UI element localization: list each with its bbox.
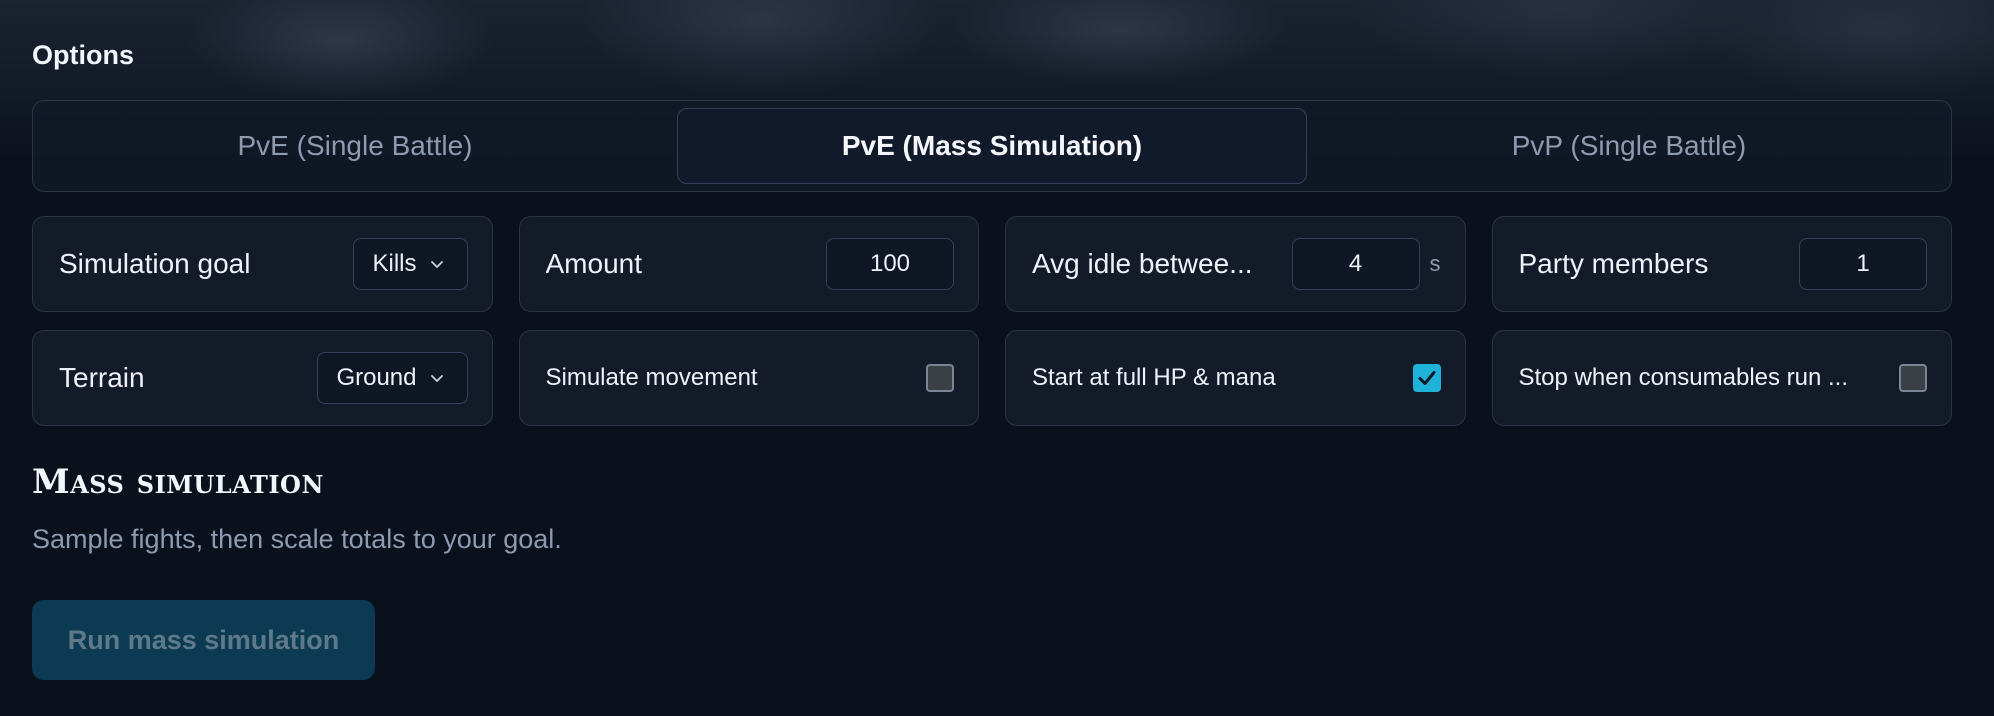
start-full-label: Start at full HP & mana: [1032, 364, 1276, 391]
start-full-checkbox[interactable]: [1412, 364, 1441, 392]
tab-pve-mass-simulation[interactable]: PvE (Mass Simulation): [677, 108, 1307, 184]
chevron-down-icon: [430, 261, 443, 268]
simulation-goal-value: Kills: [372, 250, 417, 277]
avg-idle-input[interactable]: 4: [1291, 238, 1420, 290]
stop-consumables-label: Stop when consumables run ...: [1518, 364, 1849, 391]
terrain-card: Terrain Ground: [32, 330, 493, 426]
simulate-movement-checkbox[interactable]: [926, 364, 954, 392]
avg-idle-card: Avg idle betwee... 4 s: [1005, 216, 1466, 312]
options-title: Options: [32, 40, 134, 70]
options-panel: Options PvE (Single Battle) PvE (Mass Si…: [0, 0, 1994, 716]
run-mass-simulation-button[interactable]: Run mass simulation: [32, 600, 375, 680]
stop-consumables-card: Stop when consumables run ...: [1491, 330, 1952, 426]
tab-pvp-single-battle[interactable]: PvP (Single Battle): [1314, 108, 1944, 184]
amount-input[interactable]: 100: [826, 238, 954, 290]
simulate-movement-label: Simulate movement: [545, 364, 758, 391]
simulation-goal-select[interactable]: Kills: [353, 238, 468, 290]
terrain-select[interactable]: Ground: [317, 352, 468, 404]
simulate-movement-card: Simulate movement: [518, 330, 979, 426]
avg-idle-unit: s: [1429, 251, 1441, 276]
amount-card: Amount 100: [518, 216, 979, 312]
mode-tabs: PvE (Single Battle) PvE (Mass Simulation…: [32, 100, 1952, 192]
party-members-input[interactable]: 1: [1799, 238, 1927, 290]
party-members-card: Party members 1: [1491, 216, 1952, 312]
terrain-value: Ground: [336, 364, 417, 391]
tab-pve-single-battle[interactable]: PvE (Single Battle): [40, 108, 670, 184]
stop-consumables-checkbox[interactable]: [1899, 364, 1927, 392]
avg-idle-label: Avg idle betwee...: [1032, 248, 1253, 279]
start-full-card: Start at full HP & mana: [1005, 330, 1466, 426]
settings-grid: Simulation goal Kills Amount 100 Avg idl…: [32, 216, 1952, 426]
mass-simulation-title: Mass simulation: [32, 462, 324, 502]
check-icon: [1418, 371, 1435, 385]
terrain-label: Terrain: [59, 362, 145, 393]
party-members-label: Party members: [1518, 248, 1709, 279]
chevron-down-icon: [430, 375, 443, 382]
amount-label: Amount: [545, 248, 643, 279]
mass-simulation-description: Sample fights, then scale totals to your…: [32, 524, 562, 554]
simulation-goal-label: Simulation goal: [59, 248, 251, 279]
simulation-goal-card: Simulation goal Kills: [32, 216, 493, 312]
